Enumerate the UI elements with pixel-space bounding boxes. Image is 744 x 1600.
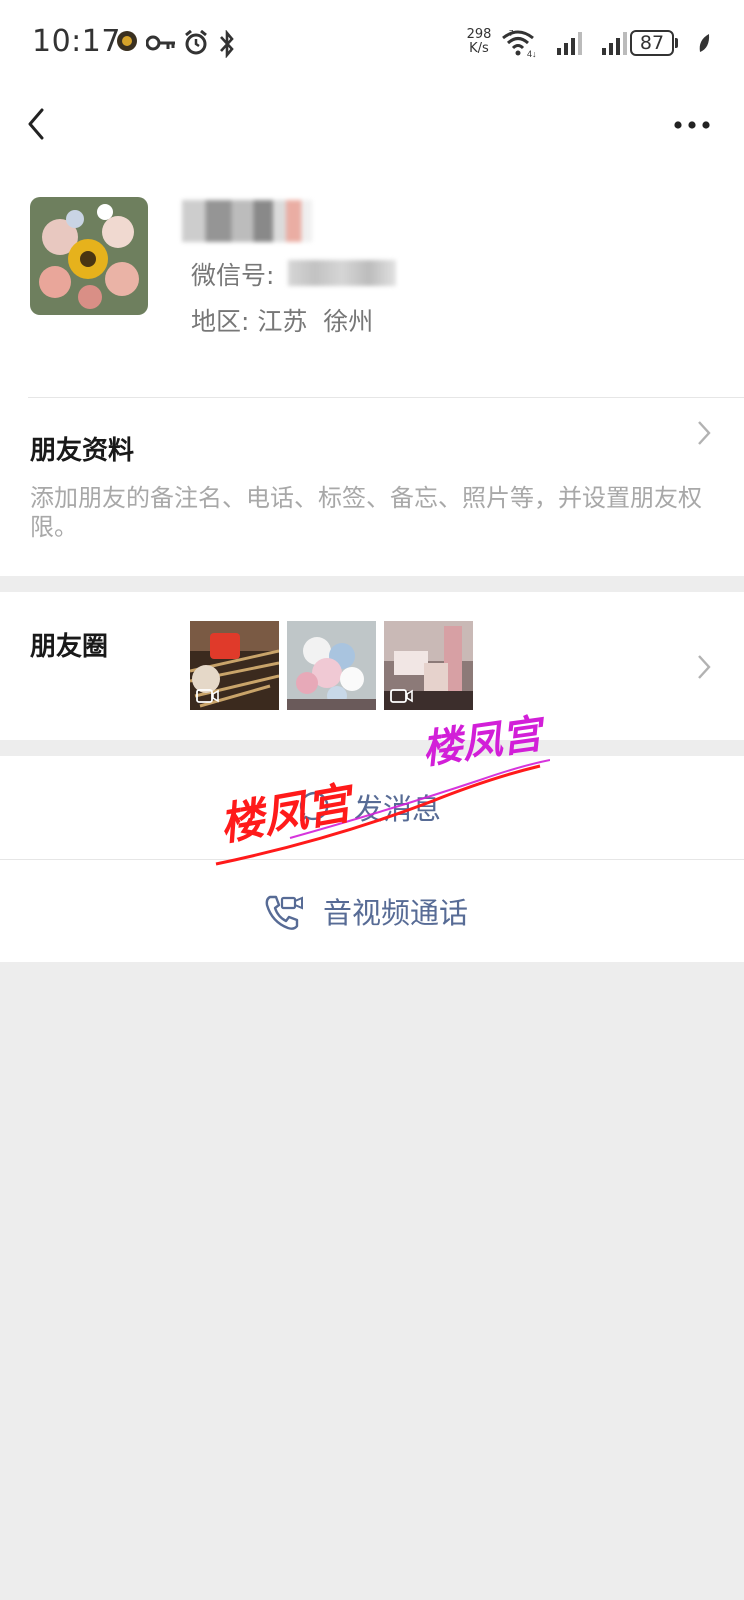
- video-call-button[interactable]: 音视频通话: [0, 860, 744, 962]
- wechat-id-blurred: [288, 260, 396, 286]
- network-speed-unit: K/s: [469, 41, 489, 56]
- alarm-icon: [185, 30, 207, 55]
- chevron-left-icon[interactable]: [22, 104, 52, 144]
- moments-row[interactable]: 朋友圈: [0, 592, 744, 740]
- moments-thumbnail: [384, 621, 473, 710]
- wechat-id-label: 微信号:: [191, 261, 275, 290]
- status-bar: 10:17 298 K/s 4↓ 7 87: [0, 0, 744, 88]
- network-speed-value: 298: [466, 27, 492, 42]
- battery-indicator: 87: [630, 30, 674, 56]
- signal-icon: [602, 32, 627, 55]
- display-name-blurred: [182, 200, 312, 242]
- avatar[interactable]: [30, 197, 148, 315]
- bluetooth-icon: [220, 30, 234, 58]
- leaf-icon: [699, 34, 710, 52]
- video-icon: [390, 689, 413, 703]
- friend-info-title: 朋友资料: [30, 436, 135, 466]
- chevron-right-icon: [698, 655, 711, 679]
- friend-info-description: 添加朋友的备注名、电话、标签、备忘、照片等，并设置朋友权限。: [30, 484, 702, 541]
- region-label: 地区: 江苏 徐州: [191, 307, 374, 336]
- status-time: 10:17: [32, 24, 121, 59]
- moments-thumbnail: [287, 621, 376, 710]
- svg-text:7: 7: [509, 29, 514, 38]
- moments-title: 朋友圈: [30, 632, 109, 662]
- battery-tip: [675, 38, 678, 48]
- svg-text:4↓: 4↓: [527, 49, 536, 58]
- profile-header: 微信号: 地区: 江苏 徐州: [0, 160, 744, 398]
- moments-thumbnail: [190, 621, 279, 710]
- wifi-icon: 4↓ 7: [502, 29, 536, 58]
- phone-video-icon: [265, 895, 303, 930]
- video-call-label: 音视频通话: [323, 896, 469, 930]
- chevron-right-icon: [698, 421, 711, 445]
- video-icon: [196, 689, 219, 703]
- nav-bar: [0, 88, 744, 160]
- signal-icon: [557, 32, 582, 55]
- friend-info-row[interactable]: 朋友资料 添加朋友的备注名、电话、标签、备忘、照片等，并设置朋友权限。: [0, 398, 744, 576]
- more-dots-icon[interactable]: [672, 110, 716, 140]
- app-notification-icon: [117, 31, 137, 51]
- vpn-key-icon: [146, 35, 175, 51]
- network-speed: 298 K/s: [463, 28, 495, 56]
